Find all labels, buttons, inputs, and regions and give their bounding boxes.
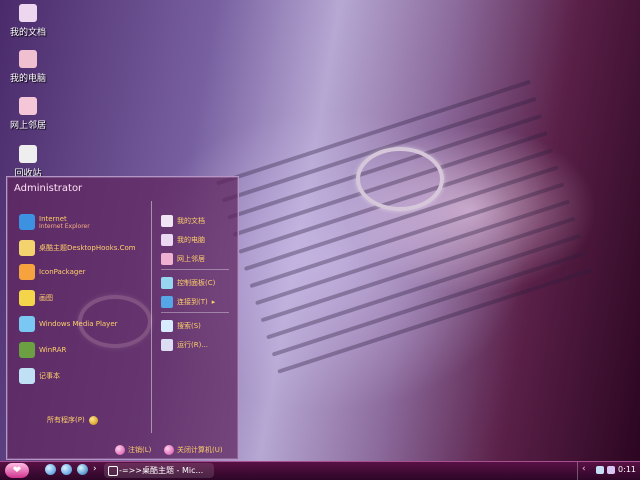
notepad-icon — [19, 368, 35, 384]
menu-item-label: 桌酷主题DesktopHooks.Com — [39, 244, 136, 252]
paint-icon — [19, 290, 35, 306]
shutdown-button[interactable]: 关闭计算机(U) — [164, 445, 223, 455]
start-menu: Administrator Internet Internet Explorer … — [6, 176, 239, 460]
menu-item-internet[interactable]: Internet Internet Explorer — [19, 213, 90, 231]
menu-item-label: 我的电脑 — [177, 236, 205, 244]
media-player-icon — [19, 316, 35, 332]
menu-item-sublabel: Internet Explorer — [39, 222, 90, 230]
menu-item-search[interactable]: 搜索(S) — [161, 318, 201, 334]
menu-item-label: 网上邻居 — [177, 255, 205, 263]
menu-item-my-documents[interactable]: 我的文档 — [161, 213, 205, 229]
desktop-icon-my-documents[interactable]: 我的文档 — [2, 4, 54, 38]
menu-item-label: 我的文档 — [177, 217, 205, 225]
tray-arrow-icon[interactable]: ‹ — [582, 464, 586, 474]
iconpackager-icon — [19, 264, 35, 280]
volume-tray-icon[interactable] — [607, 466, 615, 474]
network-icon — [19, 97, 37, 115]
folder-icon — [161, 215, 173, 227]
network-tray-icon[interactable] — [596, 466, 604, 474]
logoff-icon — [115, 445, 125, 455]
desktop-icon-network[interactable]: 网上邻居 — [2, 97, 54, 131]
ring-decoration — [356, 147, 444, 211]
control-panel-icon — [161, 277, 173, 289]
quicklaunch-browser-icon[interactable] — [61, 464, 72, 475]
all-programs-button[interactable]: 所有程序(P) — [47, 415, 98, 425]
menu-item-notepad[interactable]: 记事本 — [19, 367, 60, 385]
quicklaunch-chevron-icon[interactable]: › — [93, 464, 97, 474]
start-button[interactable]: ❤ — [5, 463, 29, 478]
theme-icon — [19, 240, 35, 256]
desktop-icon-label: 我的文档 — [9, 28, 46, 38]
menu-item-label: 控制面板(C) — [177, 279, 216, 287]
taskbar-button-label: -=>>桌酷主题 - Mic... — [119, 466, 204, 475]
folder-icon — [19, 4, 37, 22]
menu-item-label: 搜索(S) — [177, 322, 201, 330]
system-tray: ‹ 0:11 — [577, 462, 636, 480]
menu-item-control-panel[interactable]: 控制面板(C) — [161, 275, 215, 291]
connect-icon — [161, 296, 173, 308]
menu-item-label: 运行(R)... — [177, 341, 209, 349]
menu-item-label: 记事本 — [39, 372, 60, 380]
run-icon — [161, 339, 173, 351]
menu-item-label: WinRAR — [39, 346, 67, 354]
network-icon — [161, 253, 173, 265]
system-links: 我的文档 我的电脑 网上邻居 控制面板(C) 连接到(T) ▸ 搜索(S) 运行… — [153, 201, 235, 433]
menu-item-media-player[interactable]: Windows Media Player — [19, 315, 118, 333]
desktop-icon-label: 网上邻居 — [9, 121, 46, 131]
menu-separator — [161, 312, 229, 313]
menu-item-network[interactable]: 网上邻居 — [161, 251, 205, 267]
desktop-icon-recycle-bin[interactable]: 回收站 — [2, 145, 54, 179]
program-list: Internet Internet Explorer 桌酷主题DesktopHoo… — [11, 201, 152, 433]
menu-item-label-main: Internet — [39, 214, 67, 223]
submenu-arrow-icon: ▸ — [211, 298, 216, 306]
computer-icon — [161, 234, 173, 246]
shutdown-label: 关闭计算机(U) — [177, 446, 223, 454]
desktop-icon-label: 我的电脑 — [9, 74, 46, 84]
trash-icon — [19, 145, 37, 163]
desktop: { "desktop": { "icons": [ {"label":"我的文档… — [0, 0, 640, 480]
menu-item-winrar[interactable]: WinRAR — [19, 341, 66, 359]
computer-icon — [19, 50, 37, 68]
clock[interactable]: 0:11 — [618, 465, 636, 474]
quicklaunch-desktop-icon[interactable] — [77, 464, 88, 475]
logoff-label: 注销(L) — [128, 446, 152, 454]
internet-icon — [19, 214, 35, 230]
power-icon — [164, 445, 174, 455]
arrow-right-icon — [88, 415, 98, 425]
logoff-button[interactable]: 注销(L) — [115, 445, 151, 455]
winrar-icon — [19, 342, 35, 358]
user-name: Administrator — [14, 183, 83, 194]
menu-item-label: 画图 — [39, 294, 53, 302]
taskbar: ❤ › -=>>桌酷主题 - Mic... ‹ 0:11 — [0, 461, 640, 480]
menu-item-connect-to[interactable]: 连接到(T) ▸ — [161, 294, 215, 310]
menu-item-label: IconPackager — [39, 268, 86, 276]
menu-item-my-computer[interactable]: 我的电脑 — [161, 232, 205, 248]
search-icon — [161, 320, 173, 332]
menu-item-label: 连接到(T) — [177, 298, 208, 306]
menu-item-label: Windows Media Player — [39, 320, 118, 328]
menu-item-theme[interactable]: 桌酷主题DesktopHooks.Com — [19, 239, 136, 257]
taskbar-app-icon — [108, 466, 118, 476]
book-background — [212, 66, 619, 453]
menu-item-paint[interactable]: 画图 — [19, 289, 53, 307]
menu-item-run[interactable]: 运行(R)... — [161, 337, 208, 353]
quicklaunch-internet-icon[interactable] — [45, 464, 56, 475]
menu-item-iconpackager[interactable]: IconPackager — [19, 263, 86, 281]
all-programs-label: 所有程序(P) — [47, 416, 85, 424]
menu-separator — [161, 269, 229, 270]
menu-item-label: Internet Internet Explorer — [39, 215, 90, 230]
desktop-icon-my-computer[interactable]: 我的电脑 — [2, 50, 54, 84]
